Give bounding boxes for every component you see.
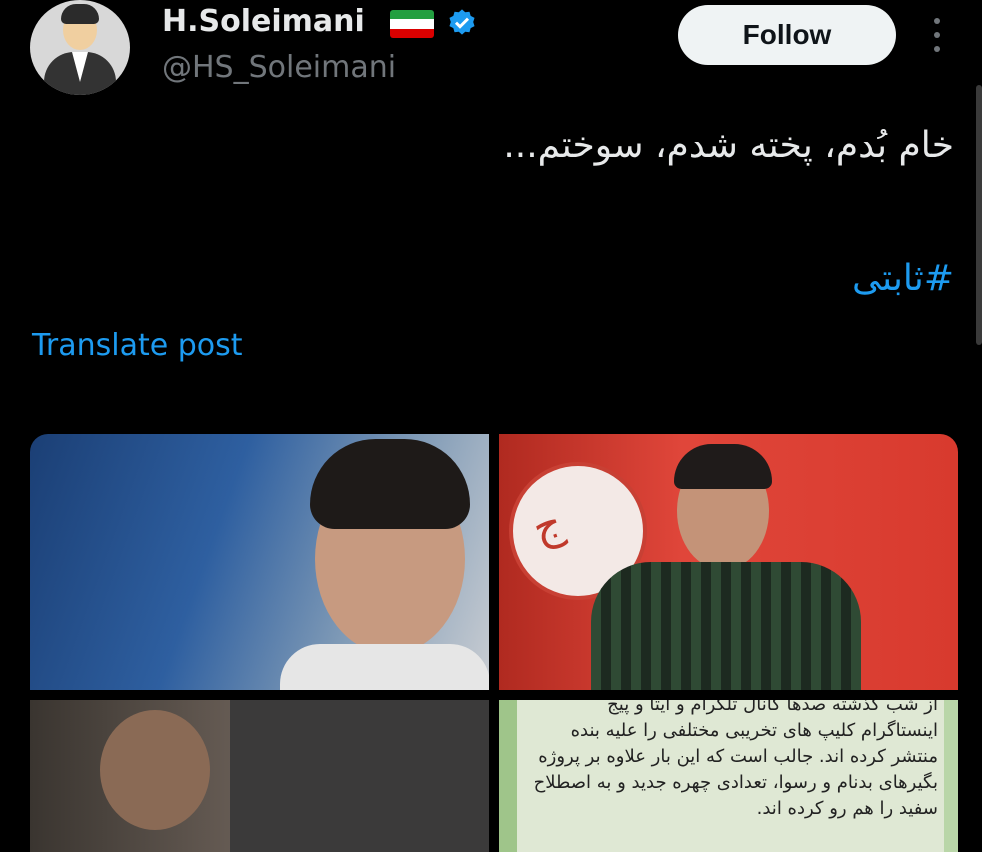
avatar[interactable]: [30, 0, 130, 95]
media-image-2[interactable]: ج: [499, 434, 958, 690]
image-text: از شب گذشته صدها کانال تلگرام و ایتا و پ…: [533, 700, 938, 819]
media-image-4[interactable]: از شب گذشته صدها کانال تلگرام و ایتا و پ…: [499, 700, 958, 852]
follow-button[interactable]: Follow: [678, 5, 896, 65]
media-image-1[interactable]: [30, 434, 489, 690]
hashtag-link[interactable]: #ثابتی: [852, 258, 954, 299]
person-hair: [310, 439, 470, 529]
avatar-hair: [61, 4, 99, 24]
display-name[interactable]: H.Soleimani: [162, 4, 365, 39]
person-shirt: [280, 644, 489, 690]
media-image-3[interactable]: [30, 700, 489, 852]
translate-post-link[interactable]: Translate post: [32, 328, 243, 363]
verified-badge-icon: [449, 9, 475, 35]
user-handle[interactable]: @HS_Soleimani: [162, 50, 396, 85]
more-options-icon[interactable]: [930, 18, 944, 52]
person-jacket: [230, 700, 489, 852]
post-text: خام بُدم، پخته شدم، سوختم...: [503, 125, 954, 166]
person-shirt: [591, 562, 861, 690]
scrollbar[interactable]: [976, 85, 982, 345]
iran-flag-icon: [390, 10, 434, 38]
person-face: [100, 710, 210, 830]
person-hair: [674, 444, 772, 489]
